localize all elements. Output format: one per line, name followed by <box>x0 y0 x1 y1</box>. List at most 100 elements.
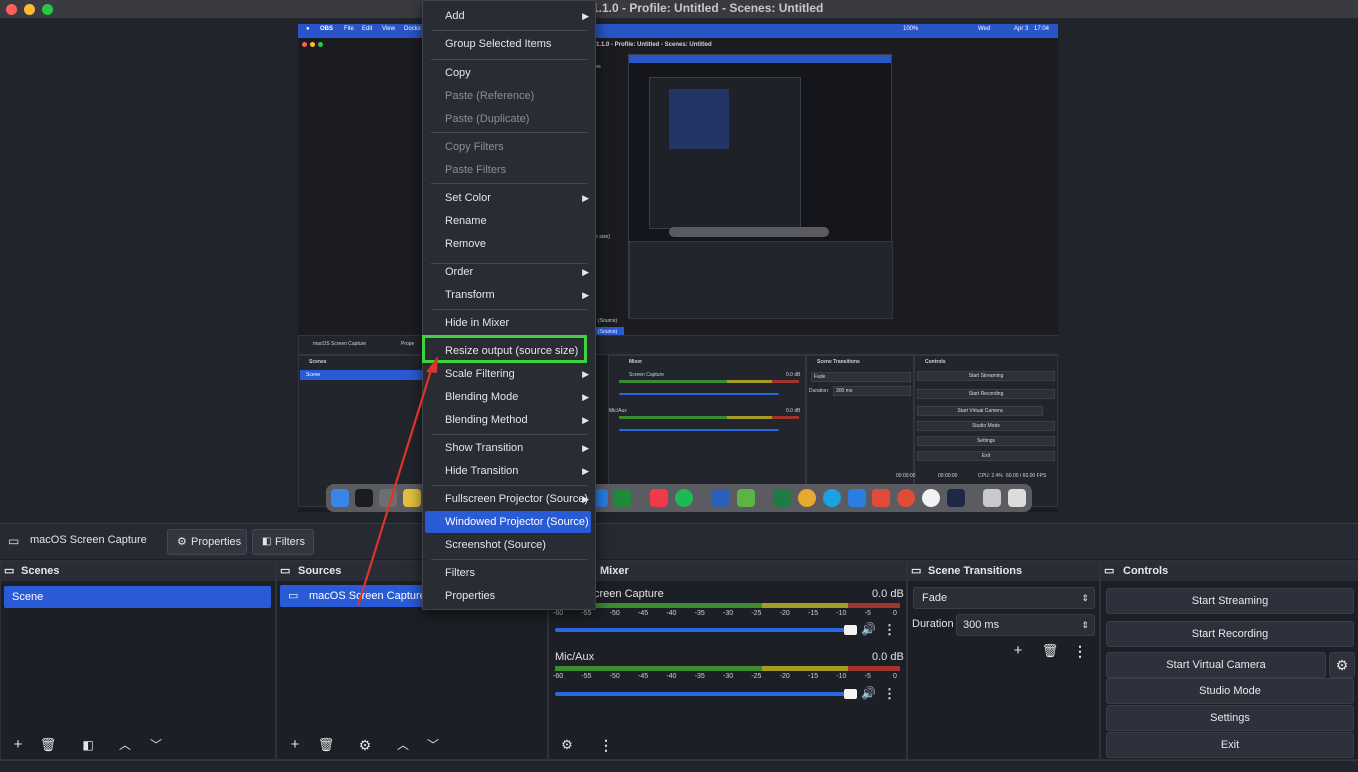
context-menu-item-rename[interactable]: Rename <box>423 210 595 232</box>
controls-header: Controls <box>1123 565 1169 577</box>
add-source-button[interactable]: + <box>283 735 307 755</box>
plus-icon: + <box>13 736 23 753</box>
close-window-button[interactable] <box>6 4 17 15</box>
move-scene-up-button[interactable]: ︿ <box>113 735 137 755</box>
submenu-arrow-icon: ▶ <box>582 494 589 504</box>
remove-scene-button[interactable]: 🗑 <box>36 735 60 755</box>
scene-transitions-dock: ▭ Scene Transitions Fade ⇕ Duration 300 … <box>907 560 1100 760</box>
preview-canvas[interactable]: ● OBS File Edit View Docks 100% Wed Apr … <box>298 24 1058 512</box>
gear-icon: ⚙ <box>358 737 372 753</box>
filters-button[interactable]: ◧ Filters <box>252 529 314 555</box>
skype-icon <box>823 489 841 507</box>
window-title: 1.1.0 - Profile: Untitled - Scenes: Unti… <box>592 1 824 15</box>
audio-meter <box>555 666 900 671</box>
context-menu-item-blending-mode[interactable]: Blending Mode ▶ <box>423 386 595 408</box>
scenes-header: Scenes <box>21 565 60 577</box>
speaker-icon[interactable]: 🔊 <box>861 686 876 700</box>
volume-slider-handle[interactable] <box>844 689 857 699</box>
context-menu-item-blending-method[interactable]: Blending Method ▶ <box>423 409 595 431</box>
context-menu-item-add[interactable]: Add ▶ <box>423 5 595 27</box>
move-source-up-button[interactable]: ︿ <box>391 735 415 755</box>
app-icon <box>947 489 965 507</box>
mini-source-toolbar: macOS Screen Capture Prope <box>298 335 1058 355</box>
context-menu-item-properties[interactable]: Properties <box>423 585 595 607</box>
settings-button[interactable]: Settings <box>1106 705 1354 731</box>
minimize-window-button[interactable] <box>24 4 35 15</box>
start-recording-button[interactable]: Start Recording <box>1106 621 1354 647</box>
chevron-down-icon: ﹀ <box>426 738 439 752</box>
properties-button[interactable]: ⚙ Properties <box>167 529 247 555</box>
app-icon <box>897 489 915 507</box>
kebab-icon[interactable]: ⋮ <box>883 686 896 702</box>
start-streaming-button[interactable]: Start Streaming <box>1106 588 1354 614</box>
context-menu-item-screenshot-source[interactable]: Screenshot (Source) <box>423 534 595 556</box>
volume-slider[interactable] <box>555 628 851 632</box>
kebab-icon: ⋮ <box>1073 643 1087 659</box>
transition-select[interactable]: Fade ⇕ <box>913 587 1095 609</box>
mini-menu-obs: OBS <box>320 26 334 32</box>
meter-tick-label: -45 <box>638 673 649 680</box>
move-source-down-button[interactable]: ﹀ <box>421 735 445 755</box>
move-scene-down-button[interactable]: ﹀ <box>144 735 168 755</box>
context-menu-item-show-transition[interactable]: Show Transition ▶ <box>423 437 595 459</box>
mini-statusbar: 00:00:00 00:00:00 CPU: 2.4% 60.00 / 60.0… <box>896 473 1047 479</box>
audio-mixer-dock: Mixer creen Capture 0.0 dB -60 -55 -50 -45-… <box>548 560 907 760</box>
chevron-up-icon: ︿ <box>396 738 409 752</box>
context-menu-item-hide-transition[interactable]: Hide Transition ▶ <box>423 460 595 482</box>
context-menu-item-fullscreen-projector-source[interactable]: Fullscreen Projector (Source) ▶ <box>423 488 595 510</box>
speaker-icon[interactable]: 🔊 <box>861 622 876 636</box>
dock-icon: ▭ <box>1104 565 1115 577</box>
meter-tick-label: 0 <box>893 610 897 617</box>
source-list-item[interactable]: ▭ macOS Screen Capture <box>280 585 440 607</box>
mixer-channel-db: 0.0 dB <box>872 588 904 600</box>
add-transition-button[interactable]: + <box>1006 641 1030 661</box>
volume-slider[interactable] <box>555 692 851 696</box>
add-scene-button[interactable]: + <box>6 735 30 755</box>
word-icon <box>712 489 730 507</box>
scene-filters-button[interactable]: ◧ <box>76 735 100 755</box>
scene-list-item[interactable]: Scene <box>4 586 271 608</box>
virtual-camera-settings-button[interactable]: ⚙ <box>1329 652 1355 678</box>
dock-icon: ▭ <box>4 565 15 577</box>
zoom-window-button[interactable] <box>42 4 53 15</box>
mixer-channel-db: 0.0 dB <box>872 651 904 663</box>
volume-slider-handle[interactable] <box>844 625 857 635</box>
nested-menubar <box>629 55 891 63</box>
submenu-arrow-icon: ▶ <box>582 415 589 425</box>
start-virtual-camera-button[interactable]: Start Virtual Camera <box>1106 652 1326 678</box>
context-menu-item-copy[interactable]: Copy <box>423 62 595 84</box>
context-menu-item-paste-reference: Paste (Reference) <box>445 90 535 102</box>
mixer-menu-button[interactable]: ⋮ <box>594 735 618 755</box>
dock-icon: ▭ <box>280 565 291 577</box>
context-menu-item-windowed-projector-source[interactable]: Windowed Projector (Source) <box>425 511 591 533</box>
meter-tick-label: -55 <box>581 673 592 680</box>
duration-spinbox[interactable]: 300 ms ⇕ <box>956 614 1095 636</box>
source-properties-button[interactable]: ⚙ <box>353 735 377 755</box>
highlight-box <box>422 335 587 363</box>
context-menu-item-paste-filters: Paste Filters <box>445 164 507 176</box>
transition-menu-button[interactable]: ⋮ <box>1068 641 1092 661</box>
submenu-arrow-icon: ▶ <box>582 267 589 277</box>
menu-separator <box>431 263 587 264</box>
meter-tick-label: 0 <box>893 673 897 680</box>
nested-highlight <box>669 89 729 149</box>
context-menu-item-order[interactable]: Order ▶ <box>423 261 595 283</box>
kebab-icon[interactable]: ⋮ <box>883 622 896 638</box>
remove-transition-button[interactable]: 🗑 <box>1038 641 1062 661</box>
mini-battery: 100% <box>903 26 919 32</box>
context-menu-item-scale-filtering[interactable]: Scale Filtering ▶ <box>423 363 595 385</box>
context-menu-item-filters[interactable]: Filters <box>423 562 595 584</box>
context-menu-item-remove[interactable]: Remove <box>423 233 595 255</box>
context-menu-item-hide-in-mixer[interactable]: Hide in Mixer <box>423 312 595 334</box>
context-menu-item-group-selected-items[interactable]: Group Selected Items <box>423 33 595 55</box>
exit-button[interactable]: Exit <box>1106 732 1354 758</box>
remove-source-button[interactable]: 🗑 <box>314 735 338 755</box>
source-context-menu: Add ▶ Group Selected Items Copy Paste (Refer… <box>422 0 596 610</box>
meter-scale: -60 -55 -50 -45 -40 -35 -30 -25 -20 -15 -10 -5 0 <box>553 673 903 683</box>
context-menu-item-set-color[interactable]: Set Color ▶ <box>423 187 595 209</box>
context-menu-item-transform[interactable]: Transform ▶ <box>423 284 595 306</box>
mixer-settings-button[interactable]: ⚙ <box>555 735 579 755</box>
meter-scale: -60 -55 -50 -45 -40 -35 -30 -25 -20 -15 -10 -5 0 <box>553 610 903 620</box>
menu-separator <box>431 183 587 184</box>
studio-mode-button[interactable]: Studio Mode <box>1106 678 1354 704</box>
